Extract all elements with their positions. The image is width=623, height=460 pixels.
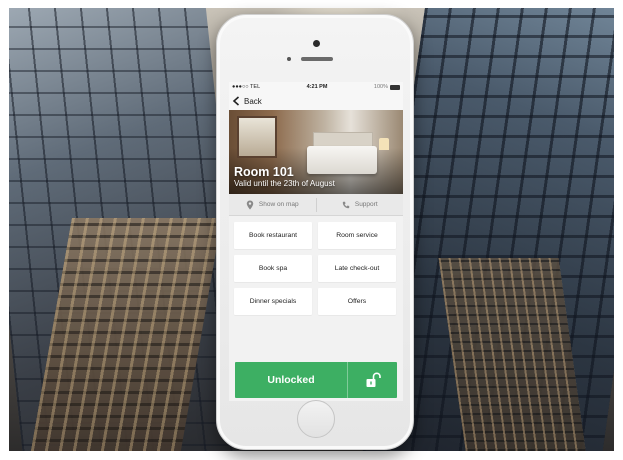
room-actions-bar: Show on map Support [229, 194, 403, 216]
unlock-icon-box [347, 362, 397, 398]
front-camera [313, 40, 320, 47]
room-title: Room 101 [234, 165, 294, 179]
app-screen: ●●●○○ TEL 4:21 PM 100% Back Room 101 Val… [229, 82, 403, 401]
room-window [237, 116, 277, 158]
back-button[interactable]: Back [232, 96, 262, 106]
earpiece-speaker [301, 57, 333, 61]
unlock-button[interactable]: Unlocked [235, 362, 397, 398]
carrier-label: ●●●○○ TEL [232, 84, 261, 90]
dinner-specials-button[interactable]: Dinner specials [234, 288, 312, 315]
status-bar: ●●●○○ TEL 4:21 PM 100% [229, 82, 403, 92]
lamp [379, 138, 389, 150]
navigation-bar: Back [229, 92, 403, 110]
home-button[interactable] [297, 400, 335, 438]
back-label: Back [244, 96, 262, 106]
book-restaurant-button[interactable]: Book restaurant [234, 222, 312, 249]
unlock-status-label: Unlocked [267, 374, 315, 386]
clock: 4:21 PM [306, 84, 328, 90]
book-spa-button[interactable]: Book spa [234, 255, 312, 282]
bed [307, 146, 377, 174]
proximity-sensor [287, 57, 291, 61]
unlocked-padlock-icon [366, 372, 381, 387]
map-pin-icon [246, 200, 254, 209]
support-label: Support [354, 201, 378, 208]
support-button[interactable]: Support [315, 197, 404, 212]
show-on-map-label: Show on map [258, 201, 299, 208]
room-service-button[interactable]: Room service [318, 222, 396, 249]
services-grid: Book restaurant Room service Book spa La… [229, 216, 403, 315]
room-validity: Valid until the 23th of August [234, 179, 335, 188]
chevron-left-icon [232, 96, 240, 106]
offers-button[interactable]: Offers [318, 288, 396, 315]
battery-icon [389, 84, 400, 90]
battery-percent: 100% [373, 84, 388, 90]
show-on-map-button[interactable]: Show on map [229, 194, 316, 215]
phone-icon [342, 201, 350, 208]
room-hero-image: Room 101 Valid until the 23th of August [229, 110, 403, 194]
phone-device: ●●●○○ TEL 4:21 PM 100% Back Room 101 Val… [216, 14, 414, 450]
late-check-out-button[interactable]: Late check-out [318, 255, 396, 282]
